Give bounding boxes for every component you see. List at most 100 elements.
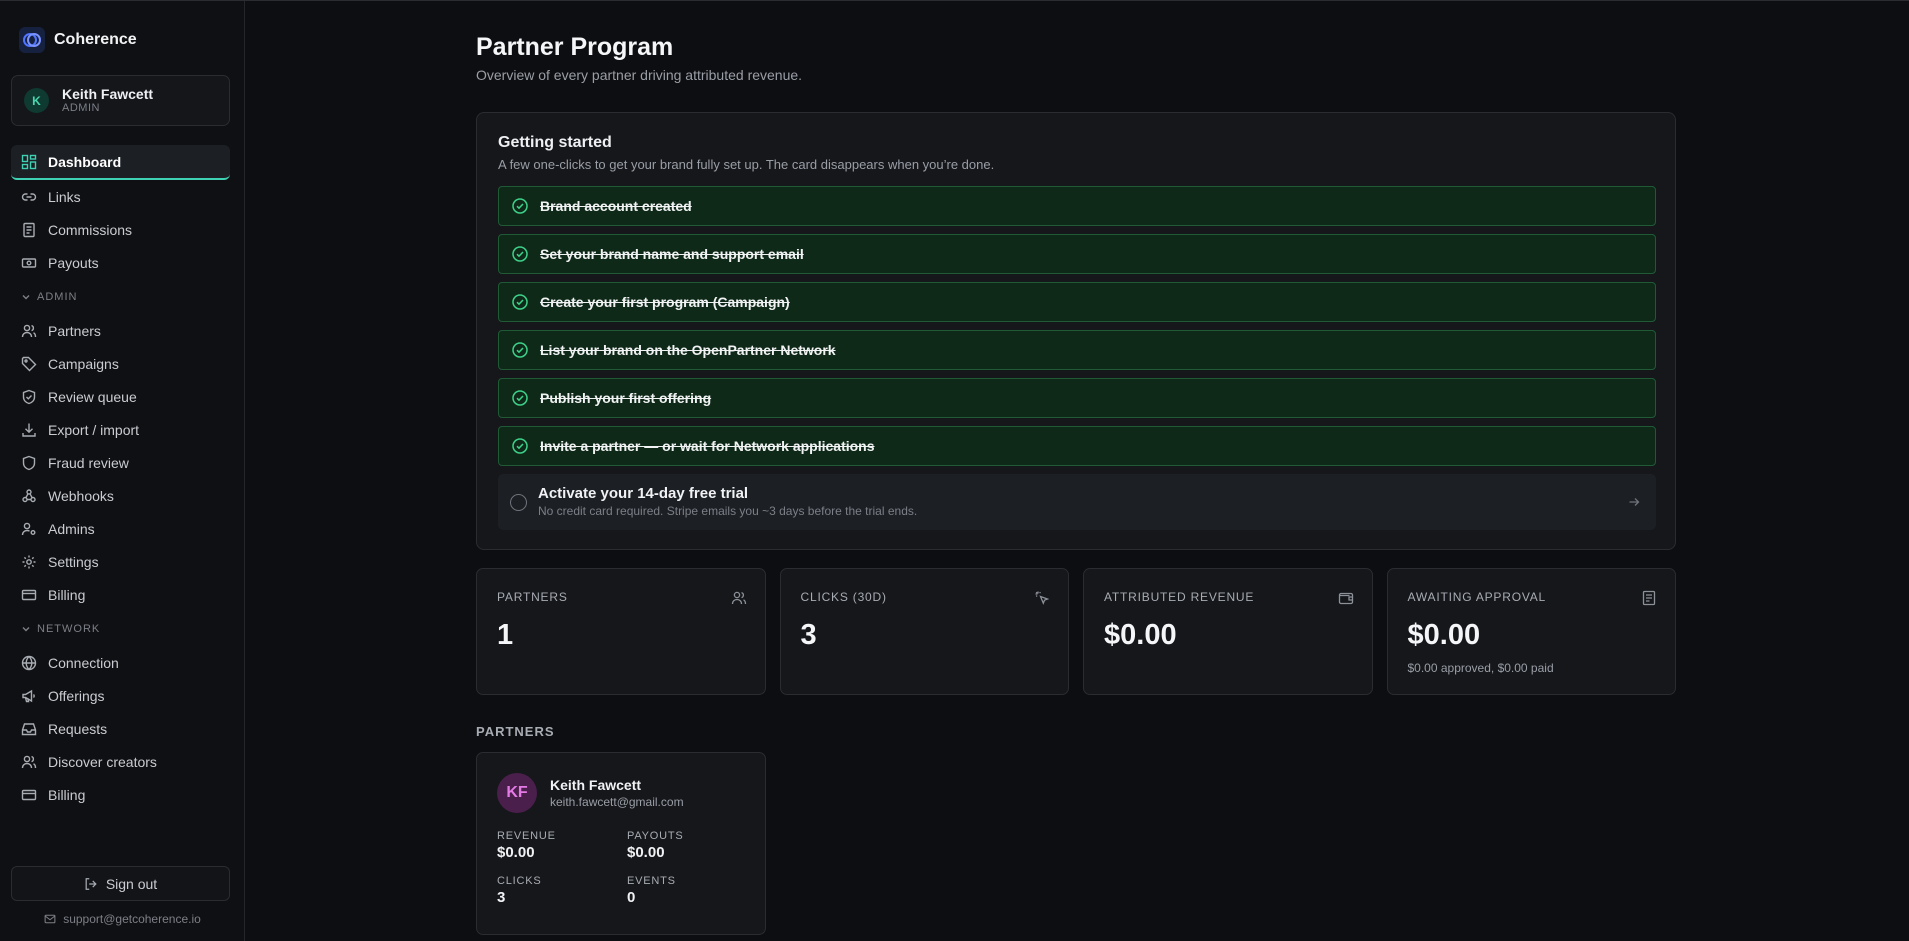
app-name: Coherence <box>54 31 137 48</box>
sidebar-item-label: Payouts <box>48 254 99 271</box>
globe-icon <box>21 655 37 670</box>
step-item[interactable]: Invite a partner — or wait for Network a… <box>498 426 1656 466</box>
sidebar-item-dashboard[interactable]: Dashboard <box>11 145 230 180</box>
sidebar-item-label: Billing <box>48 586 86 603</box>
tag-icon <box>21 356 37 371</box>
partner-name: Keith Fawcett <box>550 777 642 793</box>
pointer-click-icon <box>1035 591 1050 605</box>
sidebar-item-fraud-review[interactable]: Fraud review <box>11 446 230 479</box>
revenue-label: REVENUE <box>497 830 556 842</box>
step-item[interactable]: Create your first program (Campaign) <box>498 282 1656 322</box>
sidebar-item-label: Admins <box>48 520 95 537</box>
credit-card-icon <box>21 589 37 600</box>
sidebar-item-admins[interactable]: Admins <box>11 512 230 545</box>
sidebar-item-campaigns[interactable]: Campaigns <box>11 347 230 380</box>
sidebar-item-label: Campaigns <box>48 355 119 372</box>
check-circle-icon <box>512 294 528 310</box>
sidebar: Coherence K Keith Fawcett ADMIN Dashboar… <box>0 1 245 941</box>
clicks-label: CLICKS <box>497 875 542 887</box>
step-label: List your brand on the OpenPartner Netwo… <box>540 342 836 358</box>
sidebar-item-network-billing[interactable]: Billing <box>11 778 230 811</box>
getting-started-card: Getting started A few one-clicks to get … <box>476 112 1676 550</box>
brand[interactable]: Coherence <box>19 27 137 53</box>
stat-value: 1 <box>497 619 514 651</box>
gear-icon <box>22 555 36 568</box>
check-circle-icon <box>512 390 528 406</box>
step-item[interactable]: Publish your first offering <box>498 378 1656 418</box>
check-circle-icon <box>512 198 528 214</box>
chevron-down-icon <box>22 294 30 299</box>
stat-note: $0.00 approved, $0.00 paid <box>1407 661 1554 675</box>
arrow-right-icon <box>1629 498 1640 506</box>
sidebar-item-label: Export / import <box>48 421 140 438</box>
sidebar-item-payouts[interactable]: Payouts <box>11 246 230 279</box>
sidebar-item-discover-creators[interactable]: Discover creators <box>11 745 230 778</box>
mail-icon <box>44 914 56 924</box>
stats-row: PARTNERS 1 CLICKS (30D) 3 ATTRIBUTED REV… <box>476 568 1676 695</box>
sidebar-section-network[interactable]: NETWORK <box>11 611 230 646</box>
sidebar-item-label: Review queue <box>48 388 137 405</box>
sidebar-item-label: Connection <box>48 654 119 671</box>
megaphone-icon <box>22 689 35 702</box>
step-label: Set your brand name and support email <box>540 246 804 262</box>
activate-trial-item[interactable]: Activate your 14-day free trial No credi… <box>498 474 1656 530</box>
stat-card-partners: PARTNERS 1 <box>476 568 766 695</box>
stat-card-clicks: CLICKS (30D) 3 <box>779 568 1069 695</box>
sign-out-button[interactable]: Sign out <box>11 866 230 901</box>
sidebar-item-export-import[interactable]: Export / import <box>11 413 230 446</box>
sidebar-item-review-queue[interactable]: Review queue <box>11 380 230 413</box>
step-item[interactable]: Brand account created <box>498 186 1656 226</box>
step-label: Create your first program (Campaign) <box>540 294 790 310</box>
check-circle-icon <box>512 246 528 262</box>
sidebar-item-commissions[interactable]: Commissions <box>11 213 230 246</box>
check-circle-icon <box>512 438 528 454</box>
partners-section-heading: PARTNERS <box>476 724 555 739</box>
step-item[interactable]: Set your brand name and support email <box>498 234 1656 274</box>
sidebar-item-label: Settings <box>48 553 99 570</box>
getting-started-subtitle: A few one-clicks to get your brand fully… <box>498 157 995 172</box>
sidebar-item-settings[interactable]: Settings <box>11 545 230 578</box>
sidebar-item-label: Commissions <box>48 221 133 238</box>
chevron-down-icon <box>22 626 30 631</box>
sign-out-icon <box>85 877 97 890</box>
sidebar-item-offerings[interactable]: Offerings <box>11 679 230 712</box>
empty-circle-icon <box>510 493 527 511</box>
partner-email: keith.fawcett@gmail.com <box>550 795 684 809</box>
user-card[interactable]: K Keith Fawcett ADMIN <box>11 75 230 126</box>
sidebar-item-partners[interactable]: Partners <box>11 314 230 347</box>
section-title: NETWORK <box>37 622 101 635</box>
sidebar-section-admin[interactable]: ADMIN <box>11 279 230 314</box>
wallet-icon <box>1338 592 1353 605</box>
link-icon <box>21 192 37 201</box>
sidebar-item-links[interactable]: Links <box>11 180 230 213</box>
step-label: Publish your first offering <box>540 390 712 406</box>
trial-title: Activate your 14-day free trial <box>538 485 749 502</box>
page-title: Partner Program <box>476 33 674 61</box>
stat-value: $0.00 <box>1104 619 1177 651</box>
sidebar-item-label: Links <box>48 188 81 205</box>
stat-card-awaiting-approval: AWAITING APPROVAL $0.00 $0.00 approved, … <box>1386 568 1676 695</box>
stat-label: ATTRIBUTED REVENUE <box>1104 590 1255 604</box>
step-label: Invite a partner — or wait for Network a… <box>540 438 875 454</box>
user-name: Keith Fawcett <box>62 86 154 102</box>
users-icon <box>21 324 37 337</box>
shield-check-icon <box>22 389 36 404</box>
dashboard-icon <box>21 154 37 169</box>
partner-metrics: REVENUE $0.00 PAYOUTS $0.00 CLICKS 3 EVE… <box>497 829 747 908</box>
steps-list: Brand account created Set your brand nam… <box>498 186 1656 530</box>
sidebar-item-connection[interactable]: Connection <box>11 646 230 679</box>
support-link[interactable]: support@getcoherence.io <box>0 912 245 926</box>
sidebar-item-webhooks[interactable]: Webhooks <box>11 479 230 512</box>
partner-card[interactable]: KF Keith Fawcett keith.fawcett@gmail.com… <box>476 752 766 935</box>
sidebar-item-label: Billing <box>48 786 86 803</box>
sidebar-item-billing[interactable]: Billing <box>11 578 230 611</box>
users-icon <box>731 591 746 605</box>
webhook-icon <box>22 488 36 502</box>
inbox-icon <box>21 722 37 735</box>
payouts-value: $0.00 <box>627 844 665 861</box>
sidebar-item-requests[interactable]: Requests <box>11 712 230 745</box>
step-item[interactable]: List your brand on the OpenPartner Netwo… <box>498 330 1656 370</box>
sidebar-item-label: Webhooks <box>48 487 114 504</box>
page-subtitle: Overview of every partner driving attrib… <box>476 67 803 83</box>
support-email: support@getcoherence.io <box>63 912 201 926</box>
